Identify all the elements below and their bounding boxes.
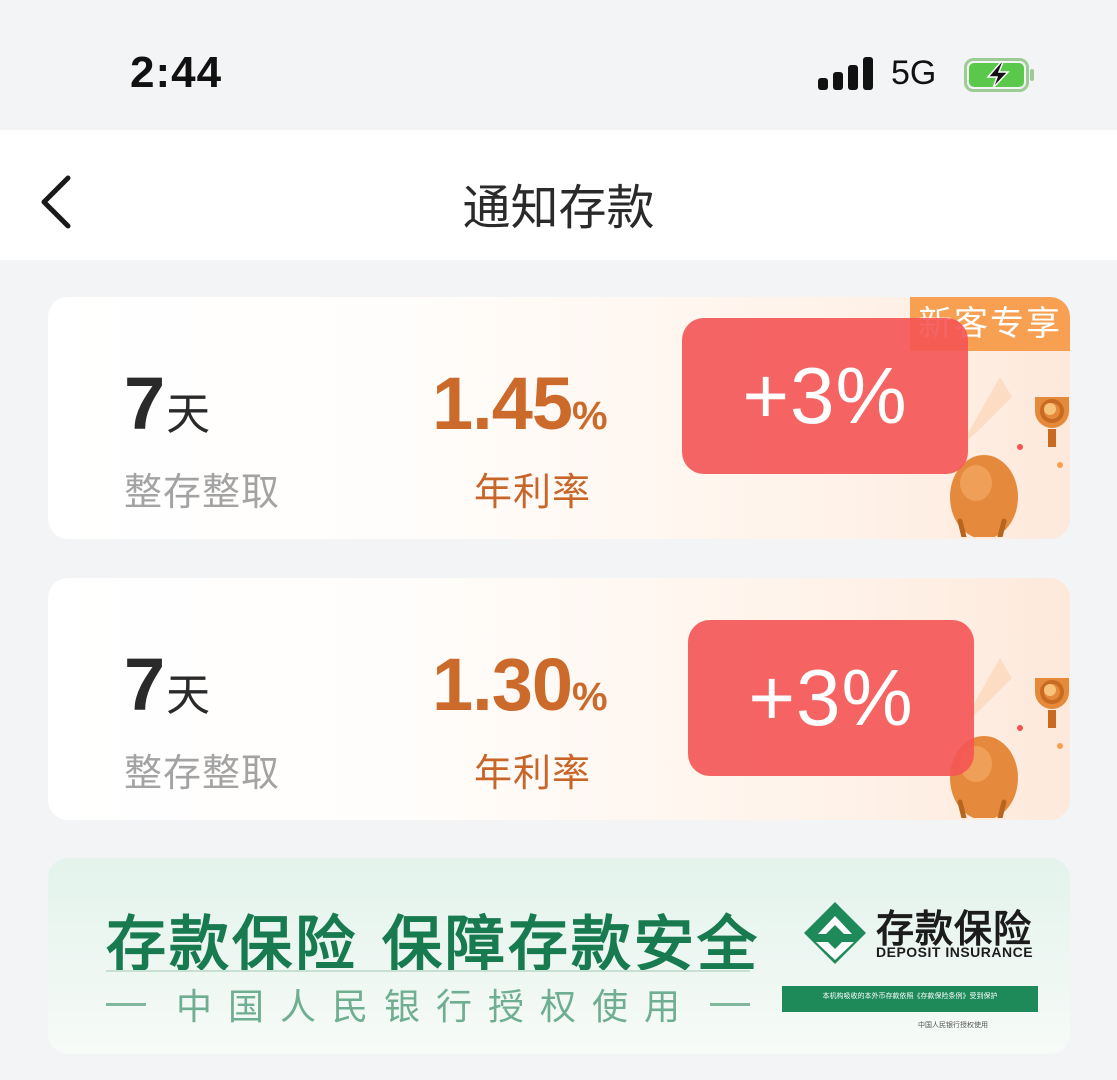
insurance-logo-en: DEPOSIT INSURANCE (876, 944, 1034, 960)
page-title: 通知存款 (462, 180, 655, 236)
rate-boost-badge-1: +3% (682, 318, 968, 474)
banner-subtitle-row: 中国人民银行授权使用 (106, 978, 750, 1030)
term: 7天 (124, 361, 210, 446)
status-time: 2:44 (130, 48, 223, 97)
battery-charging-icon (964, 58, 1034, 92)
banner-divider (106, 970, 750, 972)
rate-boost-badge-2: +3% (688, 620, 974, 776)
term-number: 7 (124, 362, 165, 445)
term-number: 7 (124, 643, 165, 726)
status-bar: 2:44 5G (0, 0, 1117, 130)
rate-label: 年利率 (474, 470, 592, 514)
rate-percent: % (572, 394, 608, 438)
network-type: 5G (891, 54, 937, 92)
banner-subtitle: 中国人民银行授权使用 (175, 987, 696, 1028)
insurance-strip-text: 本机构吸收的本外币存款依照《存款保险条例》受到保护 (822, 992, 998, 1000)
term: 7天 (124, 642, 210, 727)
rate-value: 1.30 (432, 643, 573, 726)
rate: 1.45% (432, 361, 608, 446)
rate: 1.30% (432, 642, 608, 727)
nav-bar: 通知存款 (0, 130, 1117, 260)
signal-icon (818, 56, 874, 90)
rate-value: 1.45 (432, 362, 573, 445)
deposit-insurance-banner[interactable]: 存款保险 保障存款安全 中国人民银行授权使用 存款保险 DEPOSIT INSU… (48, 858, 1070, 1054)
rate-percent: % (572, 675, 608, 719)
deposit-type: 整存整取 (124, 470, 281, 514)
subtitle-dash-right (709, 1002, 750, 1006)
term-unit: 天 (166, 389, 211, 440)
subtitle-dash-left (106, 1002, 146, 1006)
deposit-type: 整存整取 (124, 751, 281, 795)
rate-label: 年利率 (474, 751, 592, 795)
insurance-footnote: 中国人民银行授权使用 (918, 1021, 988, 1029)
deposit-insurance-logo-icon (804, 902, 866, 964)
term-unit: 天 (166, 670, 211, 721)
